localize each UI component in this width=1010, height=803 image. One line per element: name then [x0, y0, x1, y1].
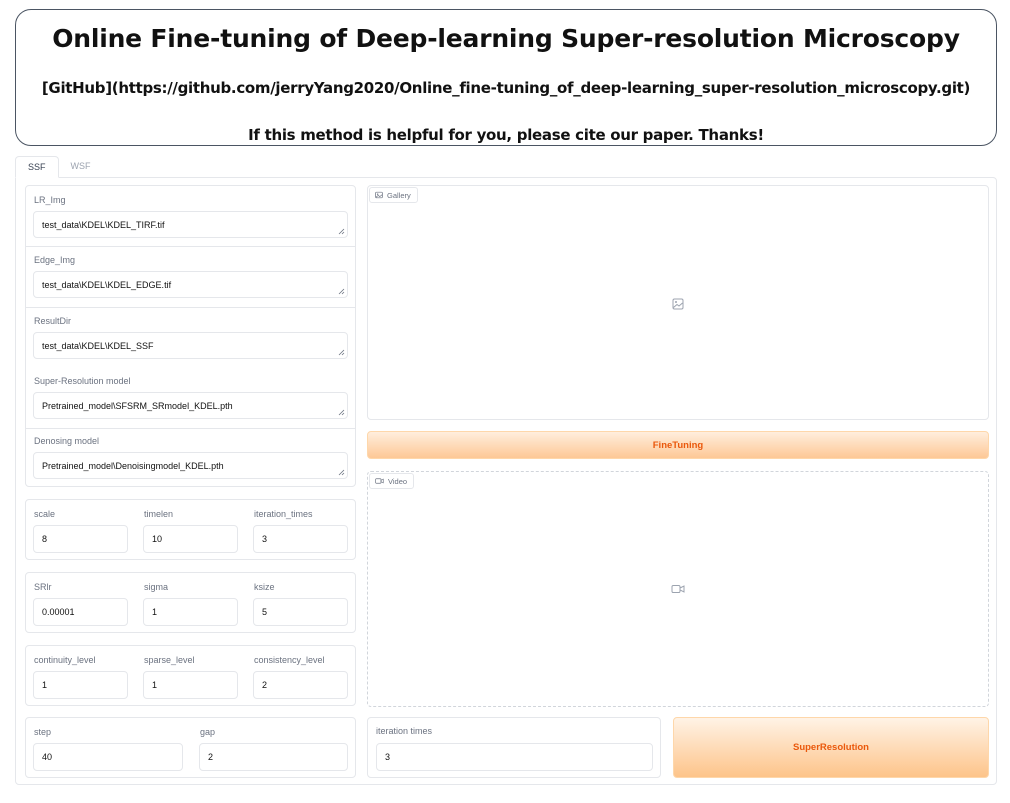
lr-img-label: LR_Img — [34, 195, 66, 205]
video-label-tag: Video — [369, 473, 415, 489]
params-group-3: continuity_level 1 sparse_level 1 consis… — [25, 645, 356, 706]
sr-model-value: Pretrained_model\SFSRM_SRmodel_KDEL.pth — [42, 400, 233, 411]
resize-handle-icon[interactable] — [338, 469, 345, 476]
sigma-label: sigma — [144, 582, 169, 592]
timelen-input[interactable]: 10 — [143, 525, 238, 553]
video-label: Video — [388, 476, 408, 486]
gap-input[interactable]: 2 — [199, 743, 348, 771]
srlr-input[interactable]: 0.00001 — [33, 598, 128, 626]
header-box: Online Fine-tuning of Deep-learning Supe… — [15, 9, 997, 146]
image-icon — [375, 191, 383, 199]
result-dir-label: ResultDir — [34, 316, 72, 326]
gap-label: gap — [200, 727, 216, 737]
video-camera-icon — [375, 478, 384, 484]
sparse-level-label: sparse_level — [144, 655, 195, 665]
lr-img-input[interactable]: test_data\KDEL\KDEL_TIRF.tif — [33, 211, 348, 238]
gallery-label-tag: Gallery — [369, 187, 418, 203]
sr-model-label: Super-Resolution model — [34, 376, 131, 386]
gallery-panel[interactable]: Gallery — [367, 185, 989, 420]
edge-img-field: Edge_Img test_data\KDEL\KDEL_EDGE.tif — [26, 247, 355, 307]
tab-ssf[interactable]: SSF — [15, 156, 59, 178]
github-link-text: [GitHub](https://github.com/jerryYang202… — [41, 79, 971, 97]
paths-group: LR_Img test_data\KDEL\KDEL_TIRF.tif Edge… — [25, 185, 356, 487]
continuity-level-label: continuity_level — [34, 655, 96, 665]
consistency-level-label: consistency_level — [254, 655, 325, 665]
superresolution-button[interactable]: SuperResolution — [673, 717, 989, 778]
consistency-level-input[interactable]: 2 — [253, 671, 348, 699]
ksize-label: ksize — [254, 582, 275, 592]
sr-iteration-label: iteration times — [376, 726, 433, 736]
finetuning-button[interactable]: FineTuning — [367, 431, 989, 459]
scale-input[interactable]: 8 — [33, 525, 128, 553]
result-dir-input[interactable]: test_data\KDEL\KDEL_SSF — [33, 332, 348, 359]
sparse-level-input[interactable]: 1 — [143, 671, 238, 699]
resize-handle-icon[interactable] — [338, 288, 345, 295]
sigma-input[interactable]: 1 — [143, 598, 238, 626]
gallery-label: Gallery — [387, 190, 411, 200]
params-group-4: step 40 gap 2 — [25, 717, 356, 778]
params-group-2: SRlr 0.00001 sigma 1 ksize 5 — [25, 572, 356, 633]
tab-bar: SSF WSF — [15, 156, 103, 178]
lr-img-field: LR_Img test_data\KDEL\KDEL_TIRF.tif — [26, 186, 355, 246]
sr-iteration-input[interactable]: 3 — [376, 743, 653, 771]
result-dir-field: ResultDir test_data\KDEL\KDEL_SSF — [26, 308, 355, 368]
timelen-label: timelen — [144, 509, 174, 519]
denoise-model-input[interactable]: Pretrained_model\Denoisingmodel_KDEL.pth — [33, 452, 348, 479]
params-group-1: scale 8 timelen 10 iteration_times 3 — [25, 499, 356, 560]
page-title: Online Fine-tuning of Deep-learning Supe… — [52, 24, 960, 53]
resize-handle-icon[interactable] — [338, 228, 345, 235]
sr-model-field: Super-Resolution model Pretrained_model\… — [26, 368, 355, 428]
iteration-times-input[interactable]: 3 — [253, 525, 348, 553]
edge-img-value: test_data\KDEL\KDEL_EDGE.tif — [42, 279, 172, 290]
denoise-model-field: Denosing model Pretrained_model\Denoisin… — [26, 429, 355, 486]
sr-iteration-group: iteration times 3 — [367, 717, 661, 778]
step-input[interactable]: 40 — [33, 743, 183, 771]
srlr-label: SRlr — [34, 582, 52, 592]
ksize-input[interactable]: 5 — [253, 598, 348, 626]
cite-note: If this method is helpful for you, pleas… — [248, 126, 764, 144]
tab-wsf[interactable]: WSF — [59, 156, 103, 178]
image-icon — [672, 298, 684, 310]
resize-handle-icon[interactable] — [338, 349, 345, 356]
denoise-model-value: Pretrained_model\Denoisingmodel_KDEL.pth — [42, 460, 224, 471]
denoise-model-label: Denosing model — [34, 436, 100, 446]
lr-img-value: test_data\KDEL\KDEL_TIRF.tif — [42, 219, 165, 230]
edge-img-input[interactable]: test_data\KDEL\KDEL_EDGE.tif — [33, 271, 348, 298]
tab-panel-ssf: LR_Img test_data\KDEL\KDEL_TIRF.tif Edge… — [15, 177, 997, 785]
video-panel[interactable]: Video — [367, 471, 989, 707]
video-camera-icon — [671, 585, 685, 593]
continuity-level-input[interactable]: 1 — [33, 671, 128, 699]
result-dir-value: test_data\KDEL\KDEL_SSF — [42, 340, 154, 351]
sr-model-input[interactable]: Pretrained_model\SFSRM_SRmodel_KDEL.pth — [33, 392, 348, 419]
edge-img-label: Edge_Img — [34, 255, 76, 265]
scale-label: scale — [34, 509, 56, 519]
step-label: step — [34, 727, 52, 737]
iteration-times-label: iteration_times — [254, 509, 313, 519]
resize-handle-icon[interactable] — [338, 409, 345, 416]
